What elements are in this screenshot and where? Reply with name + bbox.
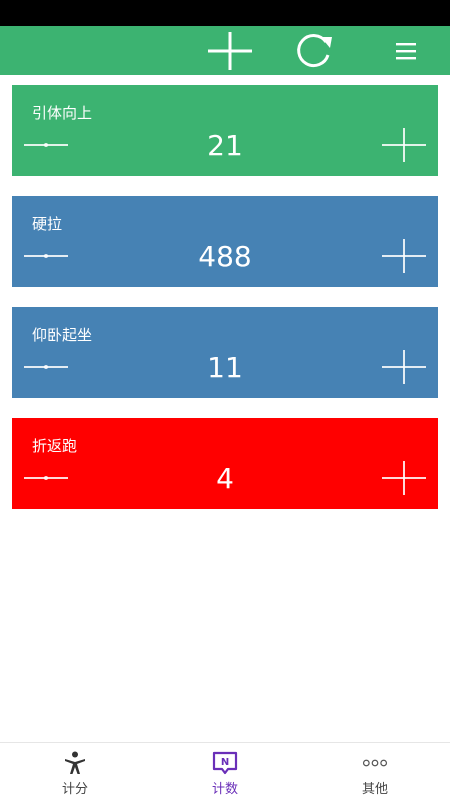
nav-label-score: 计分	[61, 782, 88, 797]
minus-icon	[24, 254, 68, 258]
plus-icon	[208, 31, 252, 70]
counter-value: 11	[207, 351, 243, 384]
counter-title: 引体向上	[32, 104, 93, 122]
minus-icon	[24, 143, 68, 147]
counter-value: 21	[207, 129, 243, 162]
bottom-nav: 计分 N 计数 其他	[0, 742, 450, 800]
increment-button[interactable]	[380, 125, 428, 165]
refresh-icon	[297, 33, 332, 67]
plus-icon	[382, 461, 426, 495]
status-bar	[0, 0, 450, 26]
nav-label-count: 计数	[211, 782, 238, 797]
increment-button[interactable]	[380, 458, 428, 498]
plus-icon	[382, 128, 426, 162]
add-button[interactable]	[202, 26, 258, 75]
increment-button[interactable]	[380, 347, 428, 387]
menu-button[interactable]	[378, 26, 434, 75]
counter-card: 折返跑 4	[12, 418, 438, 509]
minus-icon	[24, 476, 68, 480]
nav-label-other: 其他	[361, 782, 388, 797]
decrement-button[interactable]	[22, 131, 70, 159]
counter-value: 4	[216, 462, 234, 495]
decrement-button[interactable]	[22, 353, 70, 381]
person-icon	[65, 751, 85, 774]
menu-icon	[396, 42, 416, 59]
counter-card: 引体向上 21	[12, 85, 438, 176]
counter-card: 仰卧起坐 11	[12, 307, 438, 398]
counter-icon: N	[212, 751, 238, 775]
counter-title: 折返跑	[32, 437, 78, 455]
nav-tab-other[interactable]: 其他	[300, 743, 450, 800]
counter-card: 硬拉 488	[12, 196, 438, 287]
increment-button[interactable]	[380, 236, 428, 276]
decrement-button[interactable]	[22, 242, 70, 270]
nav-tab-score[interactable]: 计分	[0, 743, 150, 800]
more-icon	[362, 759, 388, 767]
decrement-button[interactable]	[22, 464, 70, 492]
plus-icon	[382, 239, 426, 273]
minus-icon	[24, 365, 68, 369]
plus-icon	[382, 350, 426, 384]
app-toolbar	[0, 26, 450, 75]
counter-value: 488	[198, 240, 252, 273]
counter-title: 硬拉	[32, 215, 63, 233]
nav-tab-count[interactable]: N 计数	[150, 743, 300, 800]
counter-title: 仰卧起坐	[32, 326, 93, 344]
svg-text:N: N	[221, 757, 229, 768]
refresh-button[interactable]	[286, 26, 342, 75]
counter-list: 引体向上 21 硬拉 488 仰卧起坐 11 折返跑 4	[12, 85, 438, 529]
